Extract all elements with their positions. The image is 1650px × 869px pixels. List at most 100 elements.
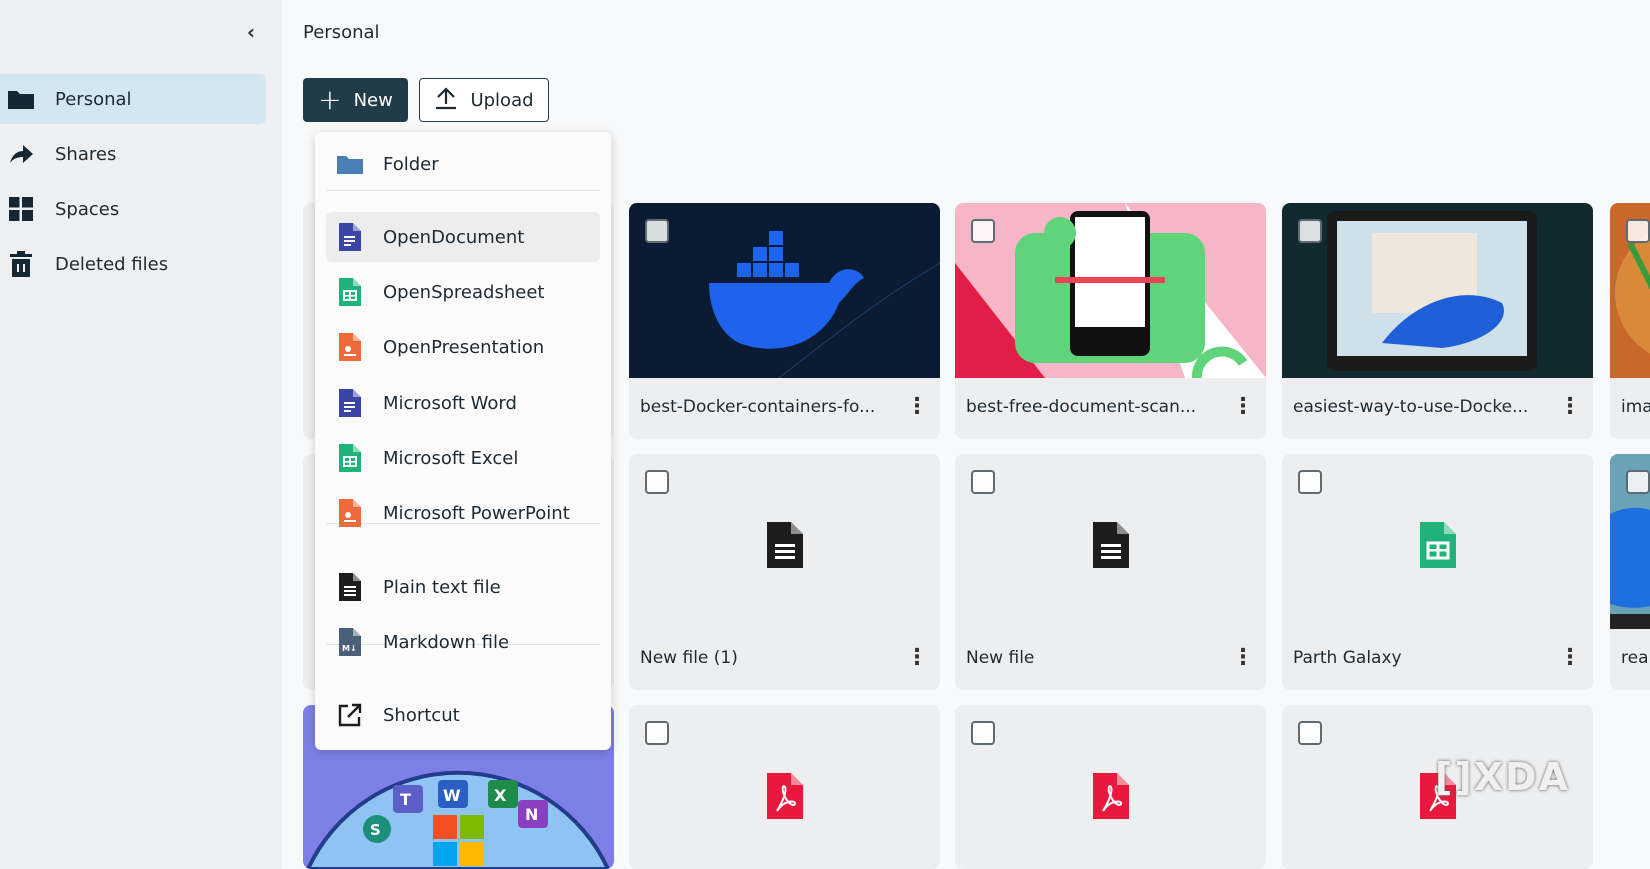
menu-item-openspreadsheet[interactable]: OpenSpreadsheet [326, 267, 600, 317]
sidebar: ‹ Personal Shares Spaces Deleted files [0, 0, 282, 869]
more-options-icon[interactable]: ⋮ [1559, 396, 1581, 418]
menu-item-label: OpenSpreadsheet [383, 281, 545, 303]
spreadsheet-icon [336, 278, 364, 306]
select-checkbox[interactable] [1626, 219, 1650, 243]
text-file-icon [766, 522, 803, 572]
file-name[interactable]: New file (1) [640, 648, 738, 668]
file-card[interactable]: Parth Galaxy ⋮ [1282, 454, 1593, 690]
file-name[interactable]: best-free-document-scan... [966, 397, 1196, 417]
select-checkbox[interactable] [645, 470, 669, 494]
external-link-icon [336, 703, 364, 727]
svg-text:N: N [525, 805, 538, 824]
breadcrumb[interactable]: Personal [303, 22, 380, 43]
menu-item-microsoft-word[interactable]: Microsoft Word [326, 378, 600, 428]
new-dropdown-menu: Folder OpenDocument OpenSpreadsheet OpenPre… [315, 132, 611, 750]
menu-item-markdown-file[interactable]: M↓ Markdown file [326, 617, 600, 667]
sidebar-item-label: Shares [55, 143, 117, 165]
file-card[interactable] [955, 705, 1266, 869]
menu-item-label: Plain text file [383, 576, 501, 598]
pdf-file-icon [1092, 773, 1129, 823]
select-checkbox[interactable] [1626, 470, 1650, 494]
select-checkbox[interactable] [645, 721, 669, 745]
more-options-icon[interactable]: ⋮ [1559, 647, 1581, 669]
select-checkbox[interactable] [645, 219, 669, 243]
menu-item-label: Markdown file [383, 631, 510, 653]
sidebar-item-label: Spaces [55, 198, 120, 220]
document-icon [336, 223, 364, 251]
file-card[interactable]: easiest-way-to-use-Docke... ⋮ [1282, 203, 1593, 439]
svg-text:W: W [443, 786, 461, 805]
markdown-file-icon: M↓ [336, 628, 364, 656]
document-icon [336, 389, 364, 417]
file-thumbnail [955, 203, 1266, 378]
file-name[interactable]: rea [1621, 648, 1649, 668]
menu-item-label: Shortcut [383, 704, 460, 726]
select-checkbox[interactable] [1298, 219, 1322, 243]
sidebar-item-label: Deleted files [55, 253, 169, 275]
file-name[interactable]: best-Docker-containers-fo... [640, 397, 875, 417]
menu-item-label: Microsoft Word [383, 392, 517, 414]
file-card[interactable]: rea [1610, 454, 1650, 690]
menu-item-microsoft-excel[interactable]: Microsoft Excel [326, 433, 600, 483]
new-button[interactable]: + New [303, 78, 408, 122]
select-checkbox[interactable] [971, 470, 995, 494]
file-name[interactable]: New file [966, 648, 1034, 668]
select-checkbox[interactable] [1298, 721, 1322, 745]
menu-item-folder[interactable]: Folder [326, 139, 600, 189]
file-card[interactable]: New file ⋮ [955, 454, 1266, 690]
text-file-icon [336, 573, 364, 601]
menu-item-plain-text-file[interactable]: Plain text file [326, 562, 600, 612]
file-name[interactable]: ima [1621, 397, 1650, 417]
sidebar-item-spaces[interactable]: Spaces [0, 184, 266, 234]
svg-text:M↓: M↓ [342, 644, 357, 653]
select-checkbox[interactable] [1298, 470, 1322, 494]
menu-item-shortcut[interactable]: Shortcut [326, 690, 600, 740]
file-card[interactable]: New file (1) ⋮ [629, 454, 940, 690]
menu-item-microsoft-powerpoint[interactable]: Microsoft PowerPoint [326, 488, 600, 538]
folder-icon [336, 153, 364, 175]
spreadsheet-icon [336, 444, 364, 472]
share-arrow-icon [6, 143, 36, 165]
sidebar-item-personal[interactable]: Personal [0, 74, 266, 124]
upload-button[interactable]: Upload [419, 78, 549, 122]
sidebar-item-label: Personal [55, 88, 132, 110]
more-options-icon[interactable]: ⋮ [906, 396, 928, 418]
menu-item-label: OpenDocument [383, 226, 525, 248]
file-card[interactable]: best-free-document-scan... ⋮ [955, 203, 1266, 439]
menu-item-label: OpenPresentation [383, 336, 545, 358]
more-options-icon[interactable]: ⋮ [1232, 647, 1254, 669]
grid-icon [6, 197, 36, 221]
menu-divider [326, 190, 600, 191]
plus-icon: + [318, 83, 342, 116]
presentation-icon [336, 499, 364, 527]
presentation-icon [336, 333, 364, 361]
svg-text:S: S [370, 821, 381, 839]
svg-text:T: T [400, 790, 411, 809]
collapse-sidebar-chevron-icon[interactable]: ‹ [240, 20, 262, 44]
menu-item-label: Microsoft PowerPoint [383, 502, 570, 524]
spreadsheet-icon [1419, 522, 1456, 572]
file-card[interactable]: best-Docker-containers-fo... ⋮ [629, 203, 940, 439]
file-card[interactable] [629, 705, 940, 869]
sidebar-item-shares[interactable]: Shares [0, 129, 266, 179]
file-thumbnail [629, 203, 940, 378]
select-checkbox[interactable] [971, 219, 995, 243]
file-name[interactable]: easiest-way-to-use-Docke... [1293, 397, 1528, 417]
svg-text:X: X [494, 786, 507, 805]
menu-item-label: Microsoft Excel [383, 447, 519, 469]
more-options-icon[interactable]: ⋮ [1232, 396, 1254, 418]
menu-item-openpresentation[interactable]: OpenPresentation [326, 322, 600, 372]
select-checkbox[interactable] [971, 721, 995, 745]
menu-item-label: Folder [383, 153, 439, 175]
upload-icon [434, 86, 458, 115]
more-options-icon[interactable]: ⋮ [906, 647, 928, 669]
file-card[interactable]: ima [1610, 203, 1650, 439]
pdf-file-icon [766, 773, 803, 823]
folder-icon [6, 88, 36, 110]
trash-icon [6, 251, 36, 277]
menu-item-opendocument[interactable]: OpenDocument [326, 212, 600, 262]
file-name[interactable]: Parth Galaxy [1293, 648, 1402, 668]
upload-button-label: Upload [470, 89, 534, 111]
new-button-label: New [353, 89, 393, 111]
sidebar-item-deleted-files[interactable]: Deleted files [0, 239, 266, 289]
